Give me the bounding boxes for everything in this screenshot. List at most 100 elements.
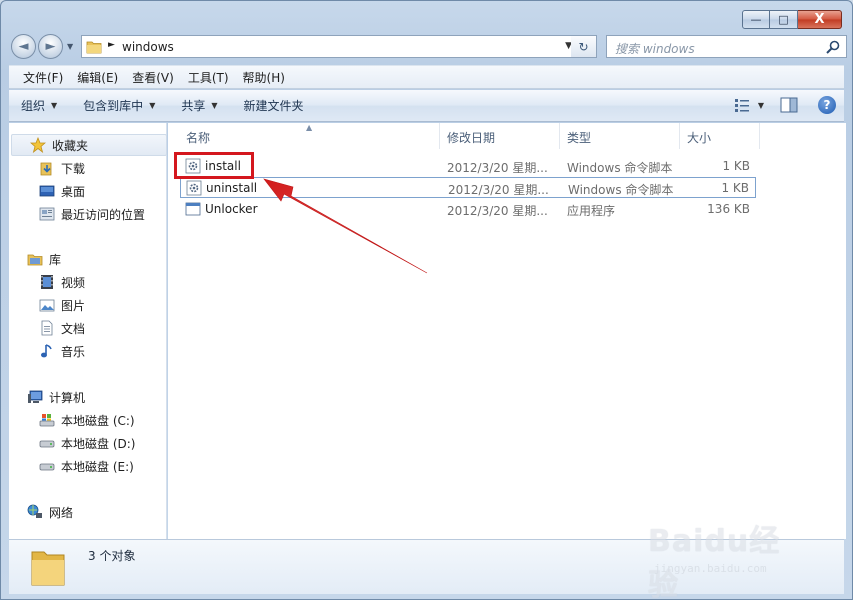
file-date: 2012/3/20 星期... <box>447 161 548 175</box>
sidebar-favorites[interactable]: 收藏夹 <box>11 134 167 156</box>
file-row-unlocker[interactable]: Unlocker 2012/3/20 星期... 应用程序 136 KB <box>180 199 756 220</box>
new-folder-label: 新建文件夹 <box>243 99 304 113</box>
view-options-dropdown[interactable]: ▼ <box>758 101 764 110</box>
sidebar-network-label: 网络 <box>49 505 74 520</box>
sidebar-item-drive-c[interactable]: 本地磁盘 (C:) <box>9 409 165 431</box>
sidebar-item-recent-places[interactable]: 最近访问的位置 <box>9 203 165 225</box>
refresh-button[interactable]: ↻ <box>571 35 597 58</box>
maximize-button[interactable]: □ <box>770 10 798 29</box>
file-type: 应用程序 <box>567 204 616 218</box>
file-row-install[interactable]: install 2012/3/20 星期... Windows 命令脚本 1 K… <box>180 156 756 177</box>
baidu-jingyan-watermark: Baidu经验 jingyan.baidu.com <box>648 516 808 600</box>
sidebar-item-label: 本地磁盘 (E:) <box>61 459 134 474</box>
network-icon <box>27 504 42 518</box>
file-size: 136 KB <box>707 202 750 216</box>
menu-tools[interactable]: 工具(T) <box>188 69 229 86</box>
sidebar-item-music[interactable]: 音乐 <box>9 340 165 362</box>
sidebar-item-label: 最近访问的位置 <box>61 207 146 222</box>
desktop-icon <box>39 185 55 197</box>
sidebar-item-documents[interactable]: 文档 <box>9 317 165 339</box>
column-header-date[interactable]: 修改日期 <box>447 129 495 146</box>
column-divider[interactable] <box>759 123 760 149</box>
sidebar-computer[interactable]: 计算机 <box>9 386 165 408</box>
file-type: Windows 命令脚本 <box>567 161 673 175</box>
share-label: 共享 <box>181 99 206 113</box>
sort-ascending-icon: ▲ <box>306 123 313 132</box>
view-details-icon[interactable] <box>734 97 750 113</box>
menu-file[interactable]: 文件(F) <box>23 69 63 86</box>
file-name: uninstall <box>206 181 258 195</box>
application-icon <box>185 202 201 216</box>
watermark-logo: Baidu经验 <box>648 524 781 600</box>
sidebar-item-label: 文档 <box>61 321 86 336</box>
menu-bar: 文件(F) 编辑(E) 查看(V) 工具(T) 帮助(H) <box>9 65 844 89</box>
sidebar-item-videos[interactable]: 视频 <box>9 271 165 293</box>
folder-icon <box>86 41 102 54</box>
file-row-uninstall[interactable]: uninstall 2012/3/20 星期... Windows 命令脚本 1… <box>180 177 756 198</box>
hard-drive-icon <box>39 440 55 448</box>
column-header-size[interactable]: 大小 <box>687 129 711 146</box>
sidebar-item-downloads[interactable]: 下载 <box>9 157 165 179</box>
library-icon <box>27 254 43 266</box>
help-button[interactable]: ? <box>818 96 836 114</box>
recent-pages-dropdown[interactable]: ▼ <box>67 42 73 51</box>
organize-button[interactable]: 组织 ▼ <box>21 97 57 114</box>
breadcrumb-separator[interactable]: ► <box>108 40 115 50</box>
file-date: 2012/3/20 星期... <box>447 204 548 218</box>
sidebar-favorites-label: 收藏夹 <box>52 138 89 153</box>
column-divider[interactable] <box>439 123 440 149</box>
organize-label: 组织 <box>21 99 46 113</box>
column-headers: ▲ 名称 修改日期 类型 大小 <box>168 123 846 149</box>
file-size: 1 KB <box>722 159 750 173</box>
preview-pane-icon[interactable] <box>780 97 798 113</box>
sidebar-item-desktop[interactable]: 桌面 <box>9 180 165 202</box>
script-gear-icon <box>186 180 202 196</box>
file-size: 1 KB <box>721 181 749 195</box>
computer-icon <box>28 390 43 403</box>
hard-drive-icon <box>39 463 55 471</box>
breadcrumb-windows[interactable]: windows <box>122 40 174 54</box>
chevron-down-icon: ▼ <box>211 101 218 110</box>
new-folder-button[interactable]: 新建文件夹 <box>244 97 304 114</box>
file-list-pane: ▲ 名称 修改日期 类型 大小 install 2012/3/20 星期... … <box>168 123 846 539</box>
column-header-type[interactable]: 类型 <box>567 129 591 146</box>
close-button[interactable]: X <box>798 10 842 29</box>
sidebar-item-label: 音乐 <box>61 344 86 359</box>
sidebar-item-pictures[interactable]: 图片 <box>9 294 165 316</box>
chevron-down-icon: ▼ <box>51 101 58 110</box>
forward-button[interactable]: ► <box>38 34 63 59</box>
command-bar: 组织 ▼ 包含到库中 ▼ 共享 ▼ 新建文件夹 ▼ ? <box>9 90 844 122</box>
sidebar-libraries[interactable]: 库 <box>9 248 165 270</box>
minimize-button[interactable]: — <box>742 10 770 29</box>
address-bar[interactable]: ► windows ▼ <box>81 35 577 58</box>
pictures-icon <box>39 299 55 312</box>
column-divider[interactable] <box>559 123 560 149</box>
menu-help[interactable]: 帮助(H) <box>243 69 285 86</box>
search-input[interactable]: 搜索 windows <box>606 35 847 58</box>
recent-places-icon <box>39 207 55 221</box>
sidebar-item-drive-d[interactable]: 本地磁盘 (D:) <box>9 432 165 454</box>
watermark-url: jingyan.baidu.com <box>654 562 767 575</box>
back-button[interactable]: ◄ <box>11 34 36 59</box>
column-divider[interactable] <box>679 123 680 149</box>
search-icon[interactable] <box>825 39 841 55</box>
include-in-library-button[interactable]: 包含到库中 ▼ <box>83 97 155 114</box>
navigation-row: ◄ ► ▼ ► windows ▼ ↻ 搜索 windows <box>9 33 847 59</box>
sidebar-item-drive-e[interactable]: 本地磁盘 (E:) <box>9 455 165 477</box>
documents-icon <box>41 320 53 336</box>
view-controls: ▼ ? <box>734 96 836 114</box>
column-header-name[interactable]: 名称 <box>186 129 210 146</box>
file-type: Windows 命令脚本 <box>568 183 674 197</box>
sidebar-network[interactable]: 网络 <box>9 501 165 523</box>
menu-view[interactable]: 查看(V) <box>132 69 174 86</box>
chevron-down-icon: ▼ <box>149 101 156 110</box>
video-icon <box>41 275 53 289</box>
file-name: Unlocker <box>205 202 258 216</box>
sidebar-computer-label: 计算机 <box>49 390 86 405</box>
folder-icon <box>31 551 65 586</box>
sidebar-item-label: 桌面 <box>61 184 86 199</box>
menu-edit[interactable]: 编辑(E) <box>77 69 118 86</box>
share-button[interactable]: 共享 ▼ <box>181 97 217 114</box>
sidebar-item-label: 视频 <box>61 275 86 290</box>
include-in-library-label: 包含到库中 <box>83 99 144 113</box>
